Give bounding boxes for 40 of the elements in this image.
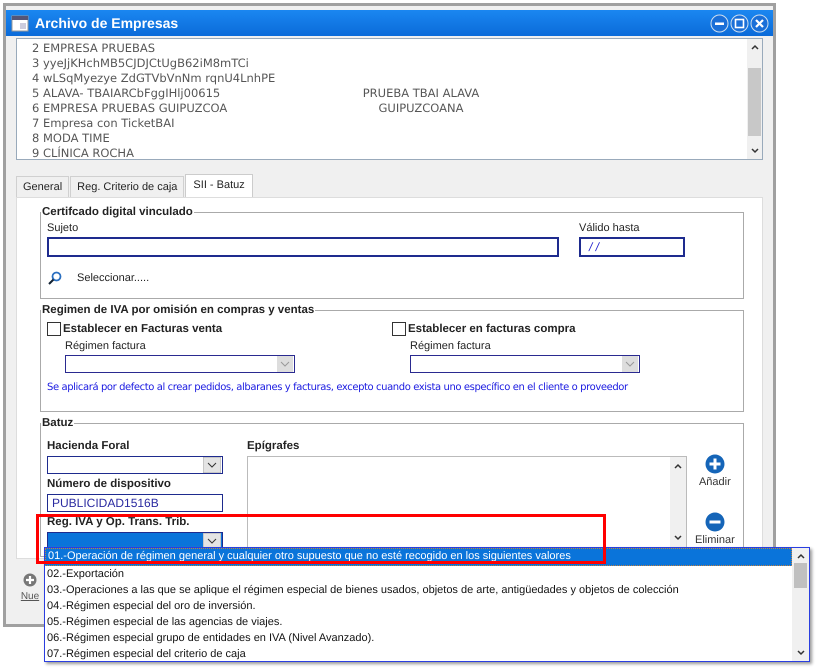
dropdown-option[interactable]: 04.-Régimen especial del oro de inversión. bbox=[45, 598, 792, 614]
date-field[interactable]: / / bbox=[579, 237, 685, 257]
company-name[interactable]: 5 ALAVA- TBAIARCbFggIHlj00615 bbox=[32, 86, 361, 101]
tab[interactable]: General bbox=[16, 176, 70, 197]
field-label: Válido hasta bbox=[579, 221, 641, 236]
select-link[interactable]: Seleccionar..... bbox=[77, 272, 150, 284]
field-label: Régimen factura bbox=[64, 339, 147, 354]
field-label: Hacienda Foral bbox=[47, 439, 130, 454]
device-field[interactable]: PUBLICIDAD1516B bbox=[47, 494, 223, 512]
company-name[interactable]: 8 MODA TIME bbox=[32, 131, 361, 146]
dropdown-option[interactable]: 06.-Régimen especial grupo de entidades en IVA (Nivel Avanzado). bbox=[45, 630, 792, 646]
dropdown-option[interactable]: 02.-Exportación bbox=[45, 566, 792, 582]
tab[interactable]: Reg. Criterio de caja bbox=[70, 176, 184, 197]
dropdown-option[interactable]: 03.-Operaciones a las que se aplique el régimen especial de bienes usados, objetos de arte, antigüedades y objetos de colección bbox=[45, 582, 792, 598]
company-name[interactable]: 6 EMPRESA PRUEBAS GUIPUZCOA bbox=[32, 101, 361, 116]
field-label: Número de dispositivo bbox=[47, 477, 171, 492]
info-note: Se aplicará por defecto al crear pedidos, albaranes y facturas, excepto cuando exista uno específico en el cliente o proveedor bbox=[47, 382, 630, 393]
field-label: Reg. IVA y Op. Trans. Trib. bbox=[47, 515, 190, 530]
company-detail: GUIPUZCOANA bbox=[378, 101, 464, 116]
company-name[interactable]: 4 wLSqMyezye ZdGTVbVnNm rqnU4LnhPE bbox=[32, 71, 361, 86]
checkbox-label[interactable]: Establecer en Facturas venta bbox=[63, 323, 222, 335]
group-title: Regimen de IVA por omisión en compras y ventas bbox=[41, 304, 316, 316]
company-name[interactable]: 2 EMPRESA PRUEBAS bbox=[32, 41, 361, 56]
company-name[interactable]: 3 yyeJjKHchMB5CJDJCtUgB62iM8mTCi bbox=[32, 56, 361, 71]
remove-button[interactable]: Eliminar bbox=[695, 512, 735, 546]
add-button[interactable]: Añadir bbox=[695, 454, 735, 488]
tab[interactable]: SII - Batuz bbox=[185, 174, 253, 197]
new-button[interactable]: Nue bbox=[16, 573, 44, 602]
group-title: Certifcado digital vinculado bbox=[41, 206, 194, 218]
field-label: Régimen factura bbox=[409, 339, 492, 354]
company-name[interactable]: 9 CLÍNICA ROCHA bbox=[32, 146, 361, 161]
field-label: Sujeto bbox=[47, 221, 80, 236]
field-label: Epígrafes bbox=[247, 439, 300, 454]
company-detail: PRUEBA TBAI ALAVA bbox=[362, 86, 480, 101]
dropdown-option[interactable]: 07.-Régimen especial del criterio de caja bbox=[45, 646, 792, 662]
dropdown-option[interactable]: 05.-Régimen especial de las agencias de viajes. bbox=[45, 614, 792, 630]
company-name[interactable]: 7 Empresa con TicketBAI bbox=[32, 116, 361, 131]
checkbox-label[interactable]: Establecer en facturas compra bbox=[408, 323, 576, 335]
group-title: Batuz bbox=[41, 417, 74, 429]
window-title: Archivo de Empresas bbox=[35, 15, 180, 31]
